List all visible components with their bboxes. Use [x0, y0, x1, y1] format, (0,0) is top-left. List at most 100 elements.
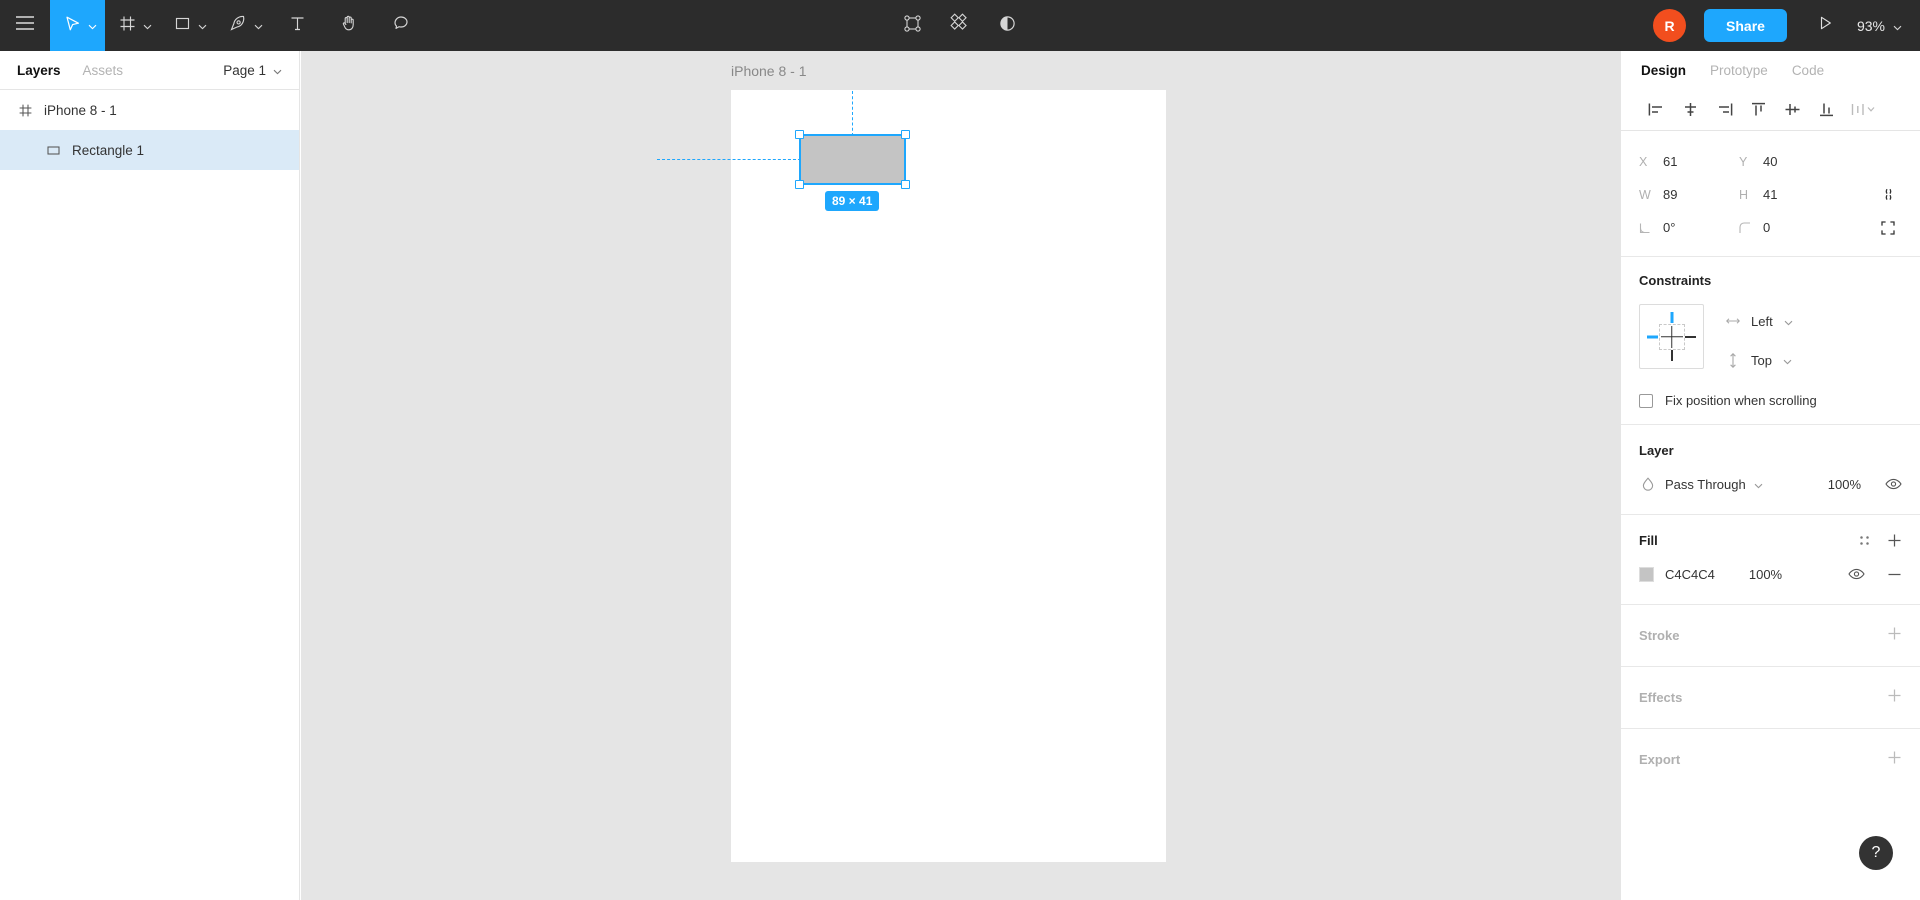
constraints-section: Constraints Left Top	[1621, 257, 1920, 393]
frame-tool-button[interactable]	[105, 0, 160, 51]
page-selector[interactable]: Page 1	[223, 63, 282, 78]
fill-color-swatch[interactable]	[1639, 566, 1654, 582]
fill-color-row: C4C4C4 100%	[1639, 559, 1902, 589]
zoom-chevron-down-icon	[1893, 18, 1902, 34]
help-button[interactable]: ?	[1859, 836, 1893, 870]
constraint-bar-top[interactable]	[1670, 312, 1673, 323]
dimension-badge: 89 × 41	[825, 191, 880, 211]
alignment-guide-horizontal	[657, 159, 801, 160]
constraint-picker[interactable]	[1639, 304, 1704, 369]
design-canvas[interactable]: iPhone 8 - 1 89 × 41	[301, 51, 1620, 900]
width-field[interactable]: W 89	[1639, 187, 1739, 202]
fill-opacity-value[interactable]: 100%	[1749, 567, 1782, 582]
avatar[interactable]: R	[1653, 9, 1687, 42]
constraint-bar-bottom[interactable]	[1670, 350, 1673, 361]
layer-visibility-eye-icon[interactable]	[1885, 478, 1902, 490]
fill-visibility-eye-icon[interactable]	[1848, 568, 1865, 580]
hamburger-menu-icon	[15, 16, 35, 35]
text-tool-button[interactable]	[271, 0, 323, 51]
selected-rectangle[interactable]	[795, 130, 910, 189]
layer-title: Layer	[1639, 442, 1674, 458]
comment-tool-button[interactable]	[375, 0, 427, 51]
resize-handle-top-left[interactable]	[795, 130, 804, 139]
corner-radius-field[interactable]: 0	[1739, 220, 1839, 235]
x-field[interactable]: X 61	[1639, 154, 1739, 169]
export-add-plus-icon[interactable]	[1887, 750, 1902, 770]
shape-tool-chevron-down-icon[interactable]	[198, 17, 207, 35]
constraint-horizontal-dropdown[interactable]: Left	[1726, 306, 1793, 336]
fill-remove-minus-icon[interactable]	[1887, 567, 1902, 582]
blend-drop-icon[interactable]	[1639, 477, 1657, 491]
link-broken-icon[interactable]	[1874, 187, 1902, 202]
y-value[interactable]: 40	[1763, 154, 1777, 169]
fill-add-plus-icon[interactable]	[1887, 533, 1902, 548]
tab-code[interactable]: Code	[1792, 63, 1824, 78]
align-right-icon[interactable]	[1707, 95, 1741, 125]
stroke-add-plus-icon[interactable]	[1887, 626, 1902, 646]
hand-tool-button[interactable]	[323, 0, 375, 51]
size-row: W 89 H 41	[1639, 178, 1902, 211]
resize-handle-bottom-left[interactable]	[795, 180, 804, 189]
layer-list: iPhone 8 - 1 Rectangle 1	[0, 90, 299, 170]
y-field[interactable]: Y 40	[1739, 154, 1839, 169]
align-vertical-center-icon[interactable]	[1775, 95, 1809, 125]
tab-design[interactable]: Design	[1641, 63, 1686, 78]
corner-expand-icon[interactable]	[1874, 220, 1902, 235]
shape-tool-button[interactable]	[160, 0, 215, 51]
rotation-radius-row: 0° 0	[1639, 211, 1902, 244]
fix-position-when-scrolling-row[interactable]: Fix position when scrolling	[1621, 393, 1920, 424]
frame-tool-chevron-down-icon[interactable]	[143, 17, 152, 35]
pen-tool-chevron-down-icon[interactable]	[254, 17, 263, 35]
w-value[interactable]: 89	[1663, 187, 1677, 202]
layer-row-frame[interactable]: iPhone 8 - 1	[0, 90, 299, 130]
pen-tool-button[interactable]	[215, 0, 271, 51]
present-button[interactable]	[1809, 9, 1843, 43]
frame-grid-icon	[119, 15, 136, 37]
fill-color-hex[interactable]: C4C4C4	[1665, 567, 1715, 582]
align-horizontal-center-icon[interactable]	[1673, 95, 1707, 125]
constraint-vertical-dropdown[interactable]: Top	[1726, 345, 1793, 375]
fix-position-checkbox[interactable]	[1639, 393, 1653, 408]
pen-nib-icon	[229, 14, 247, 37]
export-title: Export	[1639, 752, 1681, 767]
alignment-guide-vertical	[852, 91, 853, 136]
rotation-field[interactable]: 0°	[1639, 220, 1739, 235]
frame-label[interactable]: iPhone 8 - 1	[731, 63, 807, 79]
style-dots-icon[interactable]	[1858, 534, 1871, 547]
layer-section: Layer Pass Through 100%	[1621, 424, 1920, 514]
height-field[interactable]: H 41	[1739, 187, 1839, 202]
rotation-value[interactable]: 0°	[1663, 220, 1675, 235]
tab-assets[interactable]: Assets	[83, 63, 124, 78]
share-button[interactable]: Share	[1704, 9, 1787, 42]
component-icon[interactable]	[903, 14, 922, 38]
tab-layers[interactable]: Layers	[17, 63, 61, 78]
align-bottom-icon[interactable]	[1809, 95, 1843, 125]
corner-radius-value[interactable]: 0	[1763, 220, 1770, 235]
effects-add-plus-icon[interactable]	[1887, 688, 1902, 708]
zoom-level-control[interactable]: 93%	[1853, 18, 1906, 34]
x-value[interactable]: 61	[1663, 154, 1677, 169]
stroke-title: Stroke	[1639, 628, 1680, 643]
align-left-icon[interactable]	[1639, 95, 1673, 125]
frame-iphone-8-1[interactable]	[731, 90, 1166, 862]
h-value[interactable]: 41	[1763, 187, 1777, 202]
layer-row-rectangle[interactable]: Rectangle 1	[0, 130, 299, 170]
cursor-arrow-icon	[64, 15, 81, 37]
blend-mode-dropdown[interactable]: Pass Through	[1665, 477, 1763, 492]
hamburger-menu-button[interactable]	[0, 0, 50, 51]
blend-mode-chevron-down-icon	[1754, 477, 1763, 492]
layer-opacity-value[interactable]: 100%	[1828, 477, 1861, 492]
four-diamonds-icon[interactable]	[950, 13, 970, 38]
constraint-bar-right[interactable]	[1685, 335, 1696, 338]
resize-handle-top-right[interactable]	[901, 130, 910, 139]
half-circle-mask-icon[interactable]	[998, 14, 1017, 38]
align-top-icon[interactable]	[1741, 95, 1775, 125]
distribute-menu-icon[interactable]	[1847, 95, 1881, 125]
h-label: H	[1739, 187, 1749, 202]
figma-application-window: R Share 93% Layers Assets Page 1 iPhone …	[0, 0, 1920, 900]
tab-prototype[interactable]: Prototype	[1710, 63, 1768, 78]
move-tool-button[interactable]	[50, 0, 105, 51]
resize-handle-bottom-right[interactable]	[901, 180, 910, 189]
constraint-bar-left[interactable]	[1647, 335, 1658, 338]
move-tool-chevron-down-icon[interactable]	[88, 17, 97, 35]
